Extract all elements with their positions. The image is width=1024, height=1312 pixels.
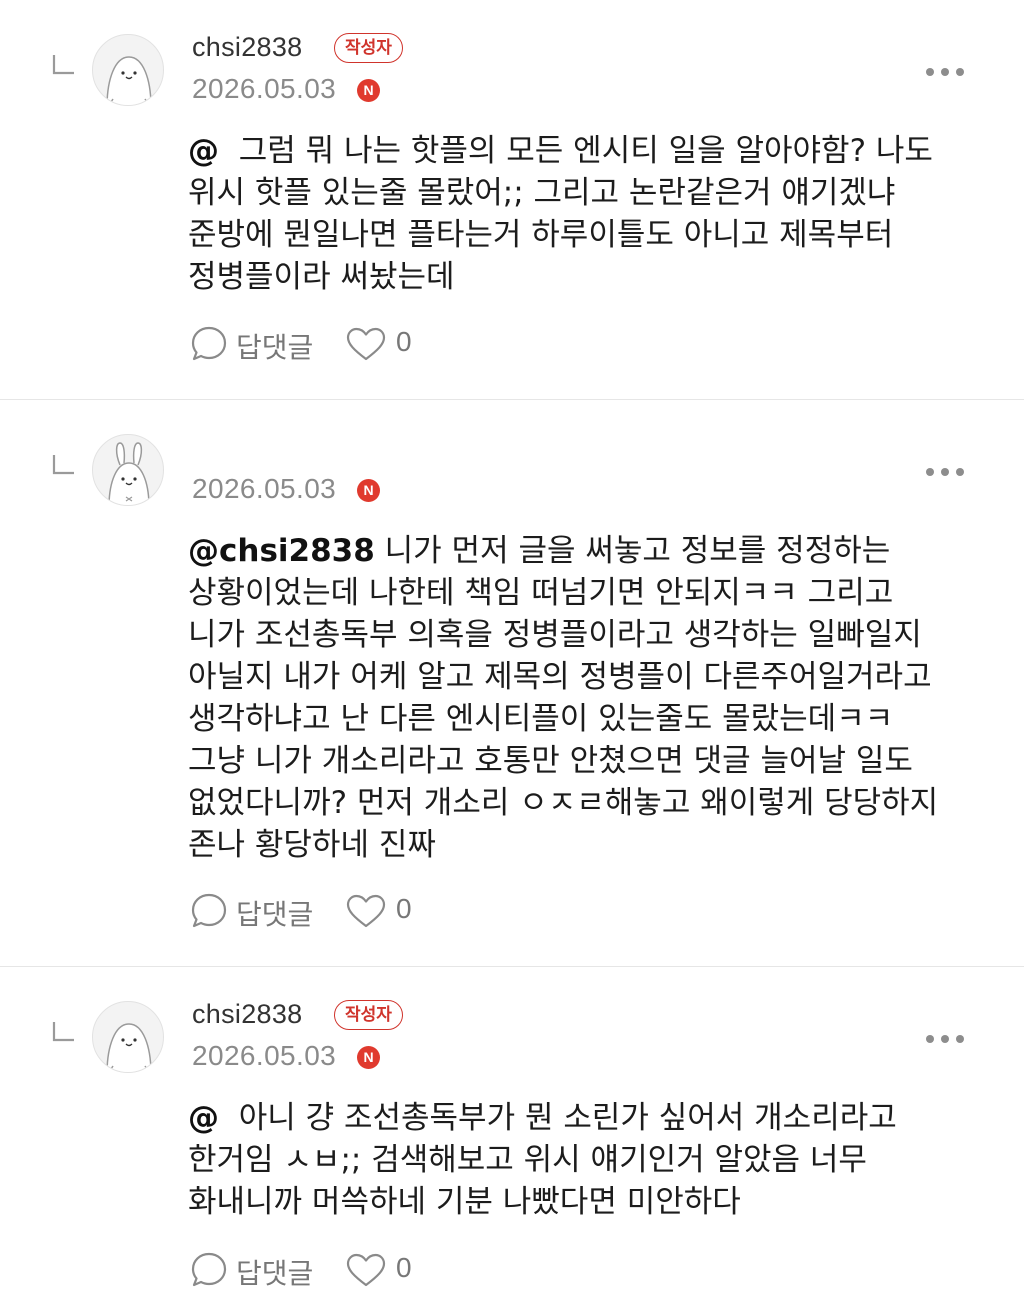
dot-icon xyxy=(926,68,934,76)
avatar[interactable] xyxy=(92,34,164,106)
heart-icon xyxy=(346,327,386,361)
reply-label: 답댓글 xyxy=(236,1257,314,1290)
heart-icon xyxy=(346,1253,386,1287)
new-badge: N xyxy=(357,1046,380,1069)
dot-icon xyxy=(956,1035,964,1043)
reply-indent-icon xyxy=(52,55,74,75)
comment-text: 그럼 뭐 나는 핫플의 모든 엔시티 일을 알아야함? 나도 위시 핫플 있는줄… xyxy=(188,133,933,295)
dot-icon xyxy=(926,468,934,476)
reply-indent-icon xyxy=(52,1022,74,1042)
comment-text: 아니 걍 조선총독부가 뭔 소린가 싶어서 개소리라고 한거임 ㅅㅂ;; 검색해… xyxy=(188,1100,897,1220)
mention-link[interactable]: @ xyxy=(188,1100,219,1136)
like-count: 0 xyxy=(396,326,412,357)
author-badge: 작성자 xyxy=(334,33,403,63)
comment-body: @ 그럼 뭐 나는 핫플의 모든 엔시티 일을 알아야함? 나도 위시 핫플 있… xyxy=(188,130,988,298)
username[interactable]: chsi2838 xyxy=(192,999,302,1030)
comment-date: 2026.05.03 xyxy=(192,73,337,104)
heart-icon xyxy=(346,894,386,928)
author-badge: 작성자 xyxy=(334,1000,403,1030)
dot-icon xyxy=(926,1035,934,1043)
speech-bubble-icon xyxy=(191,893,227,928)
comment-body: @ 아니 걍 조선총독부가 뭔 소린가 싶어서 개소리라고 한거임 ㅅㅂ;; 검… xyxy=(188,1097,988,1223)
dot-icon xyxy=(941,468,949,476)
speech-bubble-icon xyxy=(191,1252,227,1287)
blob-character-icon xyxy=(106,56,152,105)
speech-bubble-icon xyxy=(191,326,227,361)
mention-link[interactable]: @ xyxy=(188,133,219,169)
comment-text: 니가 먼저 글을 써놓고 정보를 정정하는 상황이었는데 나한테 책임 떠넘기면… xyxy=(188,533,939,863)
avatar[interactable] xyxy=(92,1001,164,1073)
dot-icon xyxy=(956,468,964,476)
comment-item: chsi2838 작성자 2026.05.03 N @ 아니 걍 조선총독부가 … xyxy=(0,967,1024,1312)
more-options-button[interactable] xyxy=(922,462,968,482)
dot-icon xyxy=(941,68,949,76)
comment-date: 2026.05.03 xyxy=(192,473,337,504)
comment-item: 2026.05.03 N @chsi2838 니가 먼저 글을 써놓고 정보를 … xyxy=(0,400,1024,966)
comment-body: @chsi2838 니가 먼저 글을 써놓고 정보를 정정하는 상황이었는데 나… xyxy=(188,530,988,866)
more-options-button[interactable] xyxy=(922,62,968,82)
comment-date: 2026.05.03 xyxy=(192,1040,337,1071)
mention-link[interactable]: @chsi2838 xyxy=(188,533,375,569)
dot-icon xyxy=(941,1035,949,1043)
bunny-character-icon xyxy=(108,442,150,505)
new-badge: N xyxy=(357,479,380,502)
reply-label: 답댓글 xyxy=(236,331,314,364)
reply-label: 답댓글 xyxy=(236,898,314,931)
username[interactable]: chsi2838 xyxy=(192,32,302,63)
comment-item: chsi2838 작성자 2026.05.03 N @ 그럼 뭐 나는 핫플의 … xyxy=(0,0,1024,399)
dot-icon xyxy=(956,68,964,76)
like-count: 0 xyxy=(396,1252,412,1283)
blob-character-icon xyxy=(106,1023,152,1072)
reply-indent-icon xyxy=(52,455,74,475)
new-badge: N xyxy=(357,79,380,102)
like-count: 0 xyxy=(396,893,412,924)
more-options-button[interactable] xyxy=(922,1029,968,1049)
avatar[interactable] xyxy=(92,434,164,506)
